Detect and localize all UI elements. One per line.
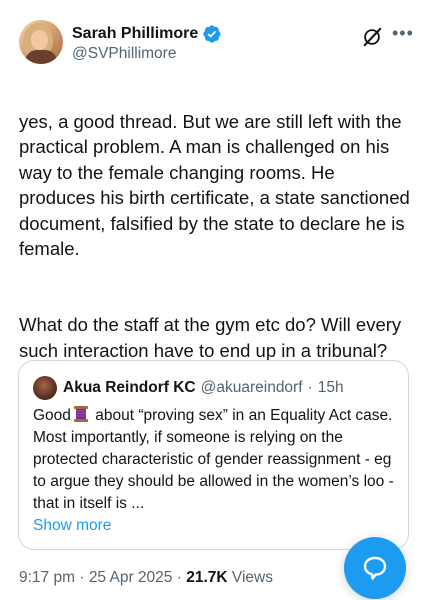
tweet-date[interactable]: 25 Apr 2025: [89, 569, 173, 586]
quoted-author-name[interactable]: Akua Reindorf KC: [63, 379, 196, 397]
meta-separator: ·: [307, 379, 313, 396]
quoted-text: Good about “proving sex” in an Equality …: [33, 405, 401, 537]
show-more-link[interactable]: Show more: [33, 517, 111, 534]
tweet-time[interactable]: 9:17 pm: [19, 569, 75, 586]
chat-bubble-icon: [363, 556, 387, 580]
tweet-meta: 9:17 pm · 25 Apr 2025 · 21.7K Views: [19, 569, 273, 587]
author-name-row[interactable]: Sarah Phillimore: [72, 23, 222, 45]
more-icon[interactable]: •••: [392, 24, 414, 42]
quoted-tweet[interactable]: Akua Reindorf KC @akuareindorf · 15h Goo…: [18, 360, 409, 550]
quoted-author-handle[interactable]: @akuareindorf: [201, 379, 303, 397]
views-count: 21.7K: [186, 569, 228, 586]
quoted-text-start: Good: [33, 407, 71, 424]
meta-separator: ·: [176, 569, 182, 586]
grok-icon[interactable]: [361, 26, 383, 48]
verified-badge-icon: [203, 25, 221, 43]
tweet-paragraph: yes, a good thread. But we are still lef…: [19, 110, 410, 260]
meta-separator: ·: [79, 569, 85, 586]
tweet-paragraph: What do the staff at the gym etc do? Wil…: [19, 314, 402, 361]
quoted-author-row: Akua Reindorf KC @akuareindorf · 15h: [63, 377, 344, 399]
author-avatar[interactable]: [19, 20, 63, 64]
views-label: Views: [231, 569, 273, 586]
chat-button[interactable]: [344, 537, 406, 599]
tweet-header: Sarah Phillimore @SVPhillimore •••: [19, 20, 414, 70]
quoted-author-avatar[interactable]: [33, 376, 57, 400]
author-name[interactable]: Sarah Phillimore: [72, 25, 198, 43]
author-handle[interactable]: @SVPhillimore: [72, 45, 176, 63]
thread-spool-emoji: [73, 406, 88, 422]
quoted-timestamp[interactable]: 15h: [318, 379, 344, 397]
